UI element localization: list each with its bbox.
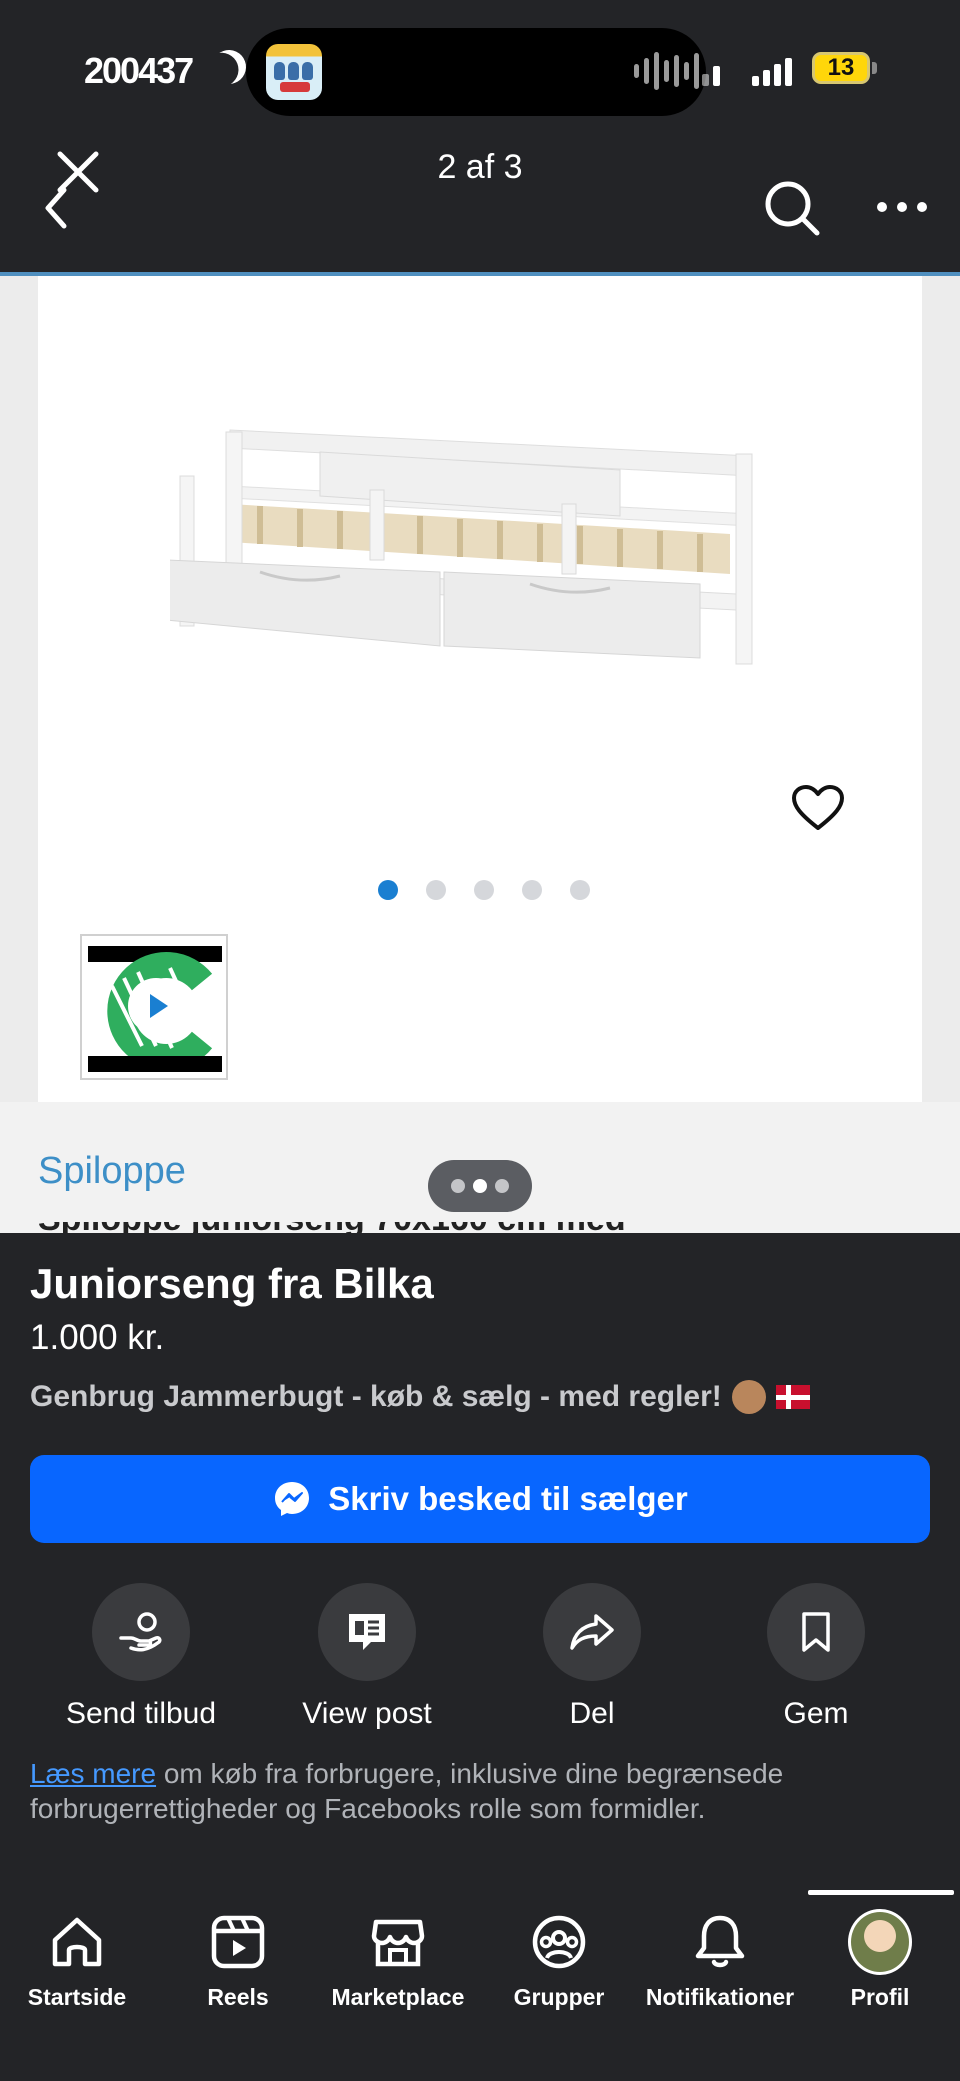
consumer-rights-notice: Læs mere om køb fra forbrugere, inklusiv… xyxy=(30,1756,910,1826)
read-more-link[interactable]: Læs mere xyxy=(30,1758,156,1789)
group-name[interactable]: Genbrug Jammerbugt - køb & sælg - med re… xyxy=(30,1380,810,1414)
tab-profil-label: Profil xyxy=(850,1984,910,2010)
groups-icon xyxy=(532,1915,586,1969)
tab-profil[interactable]: Profil xyxy=(800,1909,960,2011)
signal-bars-icon xyxy=(752,54,792,86)
send-offer-circle[interactable] xyxy=(92,1583,190,1681)
image-carousel-dots[interactable] xyxy=(378,880,590,900)
seller-name-link[interactable]: Spiloppe xyxy=(38,1150,186,1193)
status-time: 200437 xyxy=(84,50,194,91)
cellular-signal-icon xyxy=(702,54,720,86)
tab-startside[interactable]: Startside xyxy=(0,1910,157,2011)
more-content-indicator[interactable] xyxy=(428,1160,532,1212)
messenger-icon xyxy=(275,1482,310,1516)
tab-marketplace[interactable]: Marketplace xyxy=(318,1910,478,2011)
tab-marketplace-label: Marketplace xyxy=(331,1984,465,2010)
view-post-circle[interactable] xyxy=(318,1583,416,1681)
group-name-text[interactable]: Genbrug Jammerbugt - køb & sælg - med re… xyxy=(30,1380,722,1414)
listing-title: Juniorseng fra Bilka xyxy=(30,1260,434,1307)
view-post-button[interactable]: View post xyxy=(267,1583,467,1731)
carousel-dot[interactable] xyxy=(426,880,446,900)
active-tab-indicator xyxy=(808,1890,954,1895)
home-icon xyxy=(52,1917,102,1967)
close-button[interactable] xyxy=(44,146,104,236)
reels-icon xyxy=(211,1915,265,1969)
live-activity-app-icon xyxy=(266,44,322,100)
message-seller-label: Skriv besked til sælger xyxy=(328,1480,688,1517)
search-button[interactable] xyxy=(762,178,822,238)
tab-grupper[interactable]: Grupper xyxy=(479,1910,639,2011)
bell-icon xyxy=(695,1915,745,1968)
tab-startside-label: Startside xyxy=(27,1984,127,2010)
offer-hand-icon xyxy=(119,1612,162,1652)
battery-icon: 13 xyxy=(812,52,870,84)
tab-reels[interactable]: Reels xyxy=(158,1910,318,2011)
page-gutter-left xyxy=(0,276,38,1233)
save-bookmark-label: Gem xyxy=(783,1697,849,1730)
bookmark-icon xyxy=(802,1612,830,1652)
clapping-hands-emoji-icon xyxy=(731,1380,766,1414)
share-button[interactable]: Del xyxy=(492,1583,692,1731)
carousel-dot[interactable] xyxy=(570,880,590,900)
video-thumbnail[interactable] xyxy=(80,934,228,1080)
more-options-button[interactable] xyxy=(874,192,930,222)
heart-icon xyxy=(792,785,844,830)
message-seller-button[interactable]: Skriv besked til sælger xyxy=(30,1455,930,1543)
play-button[interactable] xyxy=(128,978,184,1034)
page-gutter-right xyxy=(922,276,960,1233)
play-icon xyxy=(150,994,168,1018)
audio-wave-icon xyxy=(634,50,699,92)
carousel-dot[interactable] xyxy=(474,880,494,900)
denmark-flag-icon xyxy=(775,1385,810,1409)
share-label: Del xyxy=(569,1697,615,1730)
junior-bed-illustration xyxy=(165,429,753,665)
search-icon xyxy=(765,181,820,236)
more-dots-icon xyxy=(877,202,927,212)
share-arrow-icon xyxy=(570,1614,614,1650)
send-offer-button[interactable]: Send tilbud xyxy=(41,1583,241,1731)
tab-grupper-label: Grupper xyxy=(513,1984,605,2010)
save-bookmark-circle[interactable] xyxy=(767,1583,865,1681)
product-image-bed[interactable] xyxy=(165,396,790,666)
page-counter: 2 af 3 xyxy=(437,148,523,186)
avatar[interactable] xyxy=(848,1909,912,1975)
carousel-dot-active[interactable] xyxy=(378,880,398,900)
battery-level: 13 xyxy=(827,54,855,81)
tab-reels-label: Reels xyxy=(207,1984,269,2010)
save-bookmark-button[interactable]: Gem xyxy=(716,1583,916,1731)
marketplace-icon xyxy=(371,1919,425,1967)
carousel-dot[interactable] xyxy=(522,880,542,900)
view-post-label: View post xyxy=(302,1697,432,1730)
close-x-icon xyxy=(45,151,99,229)
listing-price: 1.000 kr. xyxy=(30,1318,165,1357)
tab-notifikationer-label: Notifikationer xyxy=(645,1984,795,2010)
save-favorite-button[interactable] xyxy=(790,784,846,834)
tab-notifikationer[interactable]: Notifikationer xyxy=(640,1910,800,2011)
send-offer-label: Send tilbud xyxy=(65,1697,217,1730)
battery-cap xyxy=(872,62,877,74)
share-circle[interactable] xyxy=(543,1583,641,1681)
post-icon xyxy=(349,1614,385,1650)
